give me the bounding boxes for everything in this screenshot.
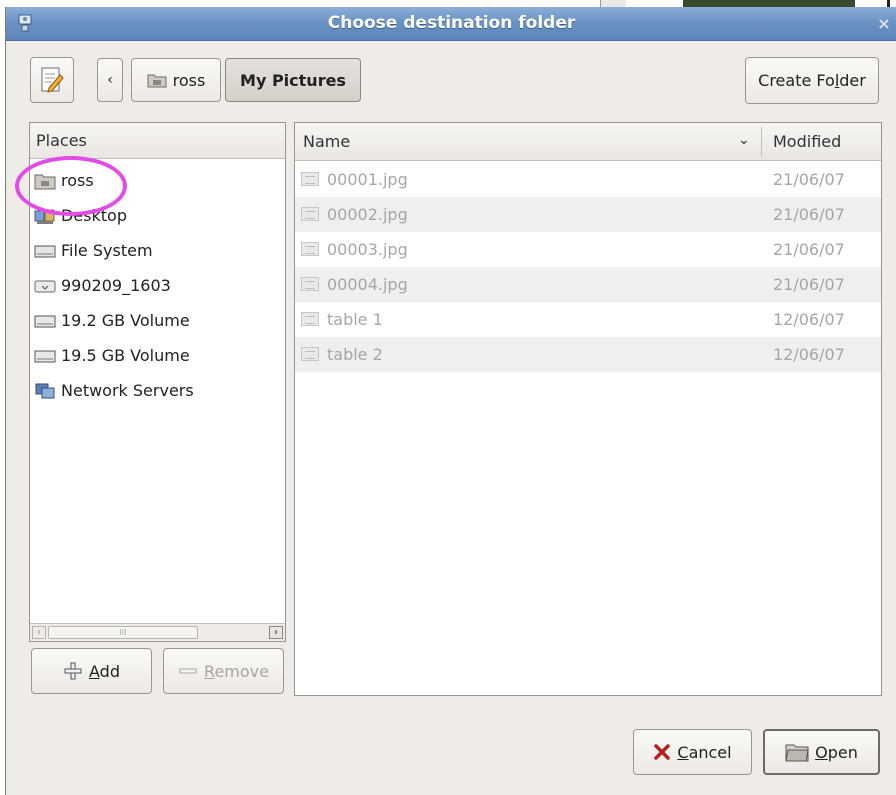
place-item-19-2-gb-volume[interactable]: 19.2 GB Volume xyxy=(30,303,285,338)
place-item-990209-1603[interactable]: 990209_1603 xyxy=(30,268,285,303)
file-name: table 1 xyxy=(327,310,383,329)
file-name: table 2 xyxy=(327,345,383,364)
image-file-icon xyxy=(301,172,319,186)
place-label: File System xyxy=(61,241,153,260)
file-name: 00002.jpg xyxy=(327,205,408,224)
image-file-icon xyxy=(301,277,319,291)
file-row[interactable]: table 1 12/06/07 xyxy=(295,302,881,337)
file-modified: 21/06/07 xyxy=(773,275,845,294)
cancel-icon xyxy=(654,744,671,760)
document-file-icon xyxy=(301,312,319,326)
file-list-header: Name ⌄ Modified xyxy=(295,123,881,161)
scroll-left-icon[interactable]: ‹ xyxy=(32,626,46,639)
title-bar[interactable]: Choose destination folder × xyxy=(6,7,896,41)
add-bookmark-button[interactable]: Add xyxy=(31,648,152,694)
file-name: 00003.jpg xyxy=(327,240,408,259)
chevron-left-icon: ‹ xyxy=(107,72,113,88)
breadcrumb-label: My Pictures xyxy=(240,70,346,90)
file-modified: 21/06/07 xyxy=(773,170,845,189)
remove-label: Remove xyxy=(204,661,269,681)
file-modified: 12/06/07 xyxy=(773,310,845,329)
cancel-button[interactable]: Cancel xyxy=(633,729,752,775)
file-modified: 21/06/07 xyxy=(773,240,845,259)
file-modified: 21/06/07 xyxy=(773,205,845,224)
file-row[interactable]: table 2 12/06/07 xyxy=(295,337,881,372)
places-header[interactable]: Places xyxy=(30,123,285,159)
file-row[interactable]: 00004.jpg 21/06/07 xyxy=(295,267,881,302)
close-icon[interactable]: × xyxy=(875,15,893,33)
network-icon xyxy=(35,383,55,398)
document-file-icon xyxy=(301,347,319,361)
cancel-label: Cancel xyxy=(677,742,732,762)
create-folder-label: Create Folder xyxy=(758,71,866,90)
breadcrumb-ross[interactable]: ross xyxy=(131,58,221,102)
create-folder-button[interactable]: Create Folder xyxy=(745,57,879,104)
column-header-name[interactable]: Name xyxy=(303,132,350,151)
place-item-19-5-gb-volume[interactable]: 19.5 GB Volume xyxy=(30,338,285,373)
open-label: Open xyxy=(815,742,858,762)
annotation-circle xyxy=(15,156,127,216)
add-icon xyxy=(64,662,82,680)
file-chooser-dialog: Choose destination folder × ‹ ross My Pi… xyxy=(5,7,896,795)
place-label: Network Servers xyxy=(61,381,194,400)
breadcrumb-label: ross xyxy=(172,70,206,90)
drive-icon xyxy=(34,245,56,257)
add-label: Add xyxy=(89,661,120,681)
volume-icon xyxy=(34,315,56,327)
edit-location-icon xyxy=(41,67,64,93)
remove-icon xyxy=(179,668,197,674)
window-title: Choose destination folder xyxy=(327,13,576,33)
places-horizontal-scrollbar[interactable]: ‹ III › xyxy=(30,623,285,641)
volume-icon xyxy=(34,350,56,362)
breadcrumb-my-pictures[interactable]: My Pictures xyxy=(225,58,361,102)
file-name: 00001.jpg xyxy=(327,170,408,189)
scroll-thumb[interactable]: III xyxy=(48,626,198,639)
removable-drive-icon xyxy=(34,280,56,292)
place-label: 990209_1603 xyxy=(61,276,171,295)
column-header-modified[interactable]: Modified xyxy=(773,132,841,151)
file-row[interactable]: 00002.jpg 21/06/07 xyxy=(295,197,881,232)
place-item-network-servers[interactable]: Network Servers xyxy=(30,373,285,408)
place-item-file-system[interactable]: File System xyxy=(30,233,285,268)
file-row[interactable]: 00003.jpg 21/06/07 xyxy=(295,232,881,267)
location-toggle-button[interactable] xyxy=(30,57,74,103)
file-list: Name ⌄ Modified 00001.jpg 21/06/07 00002… xyxy=(294,122,882,696)
image-file-icon xyxy=(301,207,319,221)
file-row[interactable]: 00001.jpg 21/06/07 xyxy=(295,162,881,197)
open-button[interactable]: Open xyxy=(763,729,880,775)
image-file-icon xyxy=(301,242,319,256)
column-divider[interactable] xyxy=(761,127,762,157)
place-label: 19.5 GB Volume xyxy=(61,346,190,365)
file-modified: 12/06/07 xyxy=(773,345,845,364)
scroll-right-icon[interactable]: › xyxy=(269,626,283,639)
path-back-button[interactable]: ‹ xyxy=(97,58,123,102)
home-folder-icon xyxy=(147,74,167,88)
remove-bookmark-button[interactable]: Remove xyxy=(163,648,284,694)
file-name: 00004.jpg xyxy=(327,275,408,294)
folder-open-icon xyxy=(785,744,809,762)
place-label: 19.2 GB Volume xyxy=(61,311,190,330)
sort-descending-icon[interactable]: ⌄ xyxy=(738,132,750,148)
